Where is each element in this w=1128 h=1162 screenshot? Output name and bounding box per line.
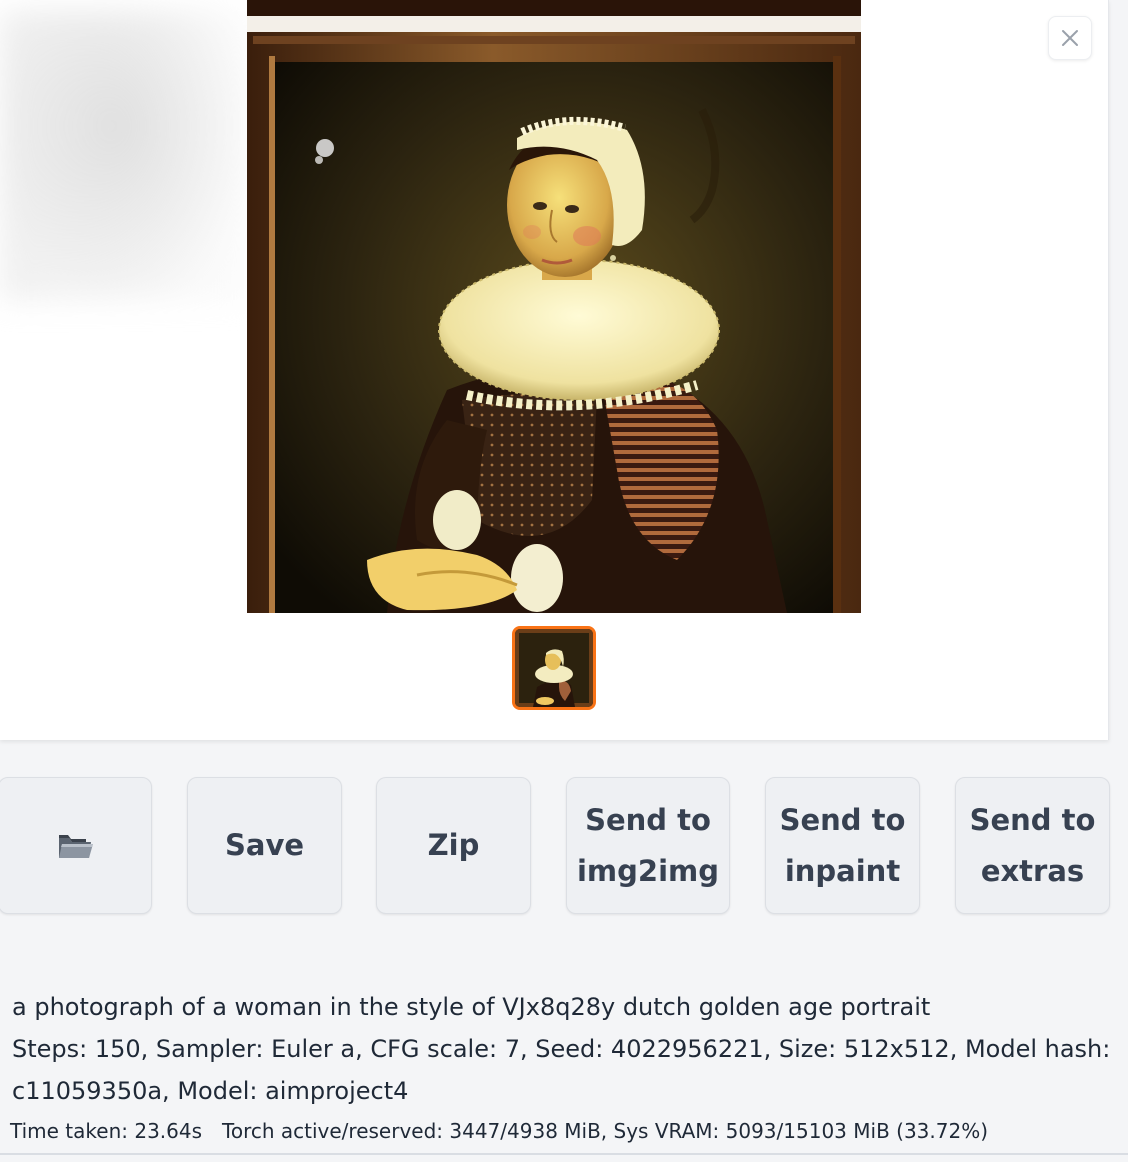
gallery-thumbnail-selected[interactable]	[512, 626, 596, 710]
send-to-inpaint-button[interactable]: Send to inpaint	[765, 777, 920, 914]
folder-icon	[59, 834, 93, 858]
send-to-img2img-button[interactable]: Send to img2img	[566, 777, 730, 914]
zip-button[interactable]: Zip	[376, 777, 531, 914]
close-button[interactable]	[1048, 16, 1092, 60]
send-to-inpaint-label-line1: Send to	[779, 802, 906, 837]
save-button-label: Save	[224, 828, 305, 862]
send-to-extras-label-line1: Send to	[969, 802, 1096, 837]
generation-info: a photograph of a woman in the style of …	[12, 986, 1112, 1112]
prompt-text: a photograph of a woman in the style of …	[12, 993, 931, 1021]
thumbnail-image	[515, 629, 593, 707]
send-to-extras-button[interactable]: Send to extras	[955, 777, 1110, 914]
generation-parameters: Steps: 150, Sampler: Euler a, CFG scale:…	[12, 1035, 1111, 1105]
send-to-inpaint-label-line2: inpaint	[784, 853, 901, 888]
timing-stats: Time taken: 23.64s Torch active/reserved…	[10, 1119, 989, 1143]
zip-button-label: Zip	[427, 828, 480, 862]
send-to-extras-label-line2: extras	[980, 853, 1085, 888]
save-button[interactable]: Save	[187, 777, 342, 914]
divider	[0, 1153, 1128, 1155]
portrait-image	[247, 0, 861, 613]
close-icon	[1062, 30, 1078, 46]
generated-image[interactable]	[247, 0, 861, 613]
blurred-background-preview	[0, 10, 250, 300]
send-to-img2img-label-line1: Send to	[585, 802, 711, 837]
send-to-img2img-label-line2: img2img	[576, 853, 719, 888]
image-gallery	[0, 0, 1109, 740]
open-folder-button[interactable]	[0, 777, 152, 914]
